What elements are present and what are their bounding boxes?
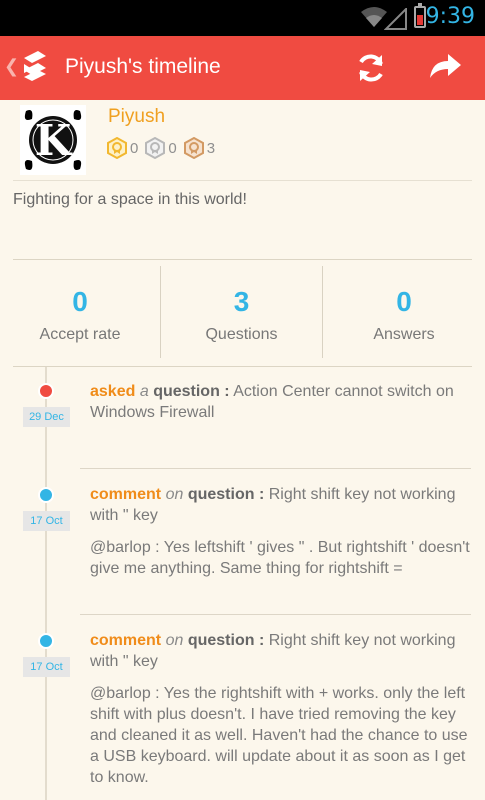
app-logo-icon[interactable] [20, 50, 50, 84]
event-comment: @barlop : Yes the rightshift with + work… [90, 685, 468, 786]
stat-value: 0 [72, 286, 88, 317]
divider [80, 468, 471, 469]
bronze-badge-icon [183, 137, 204, 159]
stats-row: 0 Accept rate 3 Questions 0 Answers [0, 266, 485, 358]
event-title[interactable]: comment on question : Right shift key no… [90, 630, 472, 672]
divider [80, 614, 471, 615]
divider [13, 259, 472, 260]
avatar[interactable]: K [20, 105, 86, 175]
timeline-dot-icon [38, 487, 54, 503]
page-title: Piyush's timeline [65, 55, 221, 78]
event-date: 17 Oct [23, 657, 70, 677]
stat-answers[interactable]: 0 Answers [323, 266, 485, 358]
divider [13, 180, 472, 181]
event-title[interactable]: comment on question : Right shift key no… [90, 484, 472, 526]
stat-accept-rate[interactable]: 0 Accept rate [0, 266, 160, 358]
username[interactable]: Piyush [108, 106, 165, 128]
about-text: Fighting for a space in this world! [13, 191, 247, 208]
clock: 9:39 [425, 4, 475, 29]
event-date: 29 Dec [23, 407, 70, 427]
timeline-dot-icon [38, 383, 54, 399]
status-bar: 9:39 [0, 0, 485, 36]
divider [13, 366, 472, 367]
action-bar: ❮ Piyush's timeline [0, 36, 485, 100]
bronze-badge: 3 [183, 137, 215, 159]
silver-badge: 0 [144, 137, 177, 159]
stat-value: 0 [396, 286, 412, 317]
refresh-icon[interactable] [354, 51, 388, 85]
event-comment: @barlop : Yes leftshift ' gives " . But … [90, 539, 470, 577]
event-date: 17 Oct [23, 511, 70, 531]
stat-label: Answers [373, 326, 435, 343]
signal-icon [384, 8, 407, 30]
gold-badge-icon [107, 137, 127, 159]
event-title[interactable]: asked a question : Action Center cannot … [90, 381, 472, 423]
timeline-dot-icon [38, 633, 54, 649]
silver-badge-icon [145, 137, 166, 159]
timeline-line [45, 367, 47, 800]
stat-label: Questions [205, 326, 278, 343]
svg-text:K: K [35, 116, 73, 165]
stat-value: 3 [233, 286, 250, 317]
stat-questions[interactable]: 3 Questions [161, 266, 322, 358]
stat-label: Accept rate [39, 326, 121, 343]
share-icon[interactable] [428, 52, 462, 82]
badge-counts: 0 0 3 [106, 137, 221, 159]
gold-badge: 0 [106, 137, 138, 159]
back-chevron-icon[interactable]: ❮ [4, 56, 19, 77]
battery-icon [414, 3, 426, 28]
